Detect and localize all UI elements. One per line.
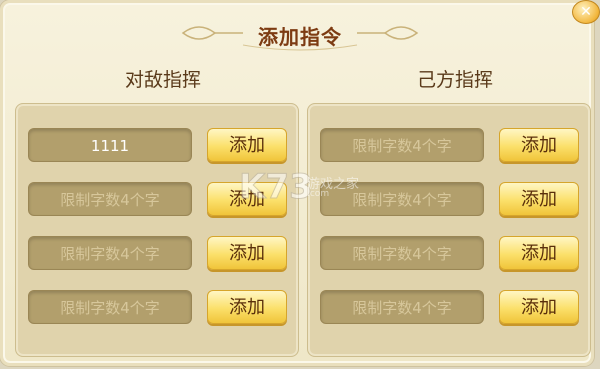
watermark-url: .com (307, 189, 330, 199)
command-input[interactable]: 限制字数4个字 (28, 236, 192, 270)
add-button[interactable]: 添加 (207, 290, 287, 324)
ally-command-panel: 限制字数4个字 添加 限制字数4个字 添加 限制字数4个字 添加 限制字数4个字… (307, 103, 591, 357)
command-input[interactable]: 限制字数4个字 (320, 128, 484, 162)
close-button[interactable]: ✕ (572, 0, 600, 24)
command-input[interactable]: 1111 (28, 128, 192, 162)
enemy-command-heading: 对敌指挥 (124, 69, 201, 91)
command-row: 限制字数4个字 添加 (16, 290, 298, 326)
add-button[interactable]: 添加 (499, 128, 579, 162)
add-button[interactable]: 添加 (499, 290, 579, 324)
command-row: 限制字数4个字 添加 (308, 236, 590, 272)
enemy-command-panel: 1111 添加 限制字数4个字 添加 限制字数4个字 添加 限制字数4个字 添加 (15, 103, 299, 357)
add-button[interactable]: 添加 (207, 236, 287, 270)
command-input[interactable]: 限制字数4个字 (28, 182, 192, 216)
command-row: 1111 添加 (16, 128, 298, 164)
command-input[interactable]: 限制字数4个字 (320, 236, 484, 270)
add-button[interactable]: 添加 (499, 182, 579, 216)
close-icon: ✕ (580, 4, 592, 20)
site-watermark: K73 游戏之家 .com (239, 167, 369, 208)
add-button[interactable]: 添加 (499, 236, 579, 270)
ally-command-heading: 己方指挥 (416, 69, 493, 91)
add-command-dialog: 添加指令 对敌指挥 己方指挥 1111 添加 限制字数4个字 添加 限制字数4个… (0, 0, 594, 366)
dialog-title-banner: 添加指令 (179, 15, 421, 51)
command-row: 限制字数4个字 添加 (308, 128, 590, 164)
command-row: 限制字数4个字 添加 (16, 236, 298, 272)
command-input[interactable]: 限制字数4个字 (28, 290, 192, 324)
command-row: 限制字数4个字 添加 (308, 290, 590, 326)
add-button[interactable]: 添加 (207, 128, 287, 162)
dialog-title: 添加指令 (258, 25, 342, 49)
watermark-logo: K73 (239, 167, 314, 208)
command-input[interactable]: 限制字数4个字 (320, 290, 484, 324)
